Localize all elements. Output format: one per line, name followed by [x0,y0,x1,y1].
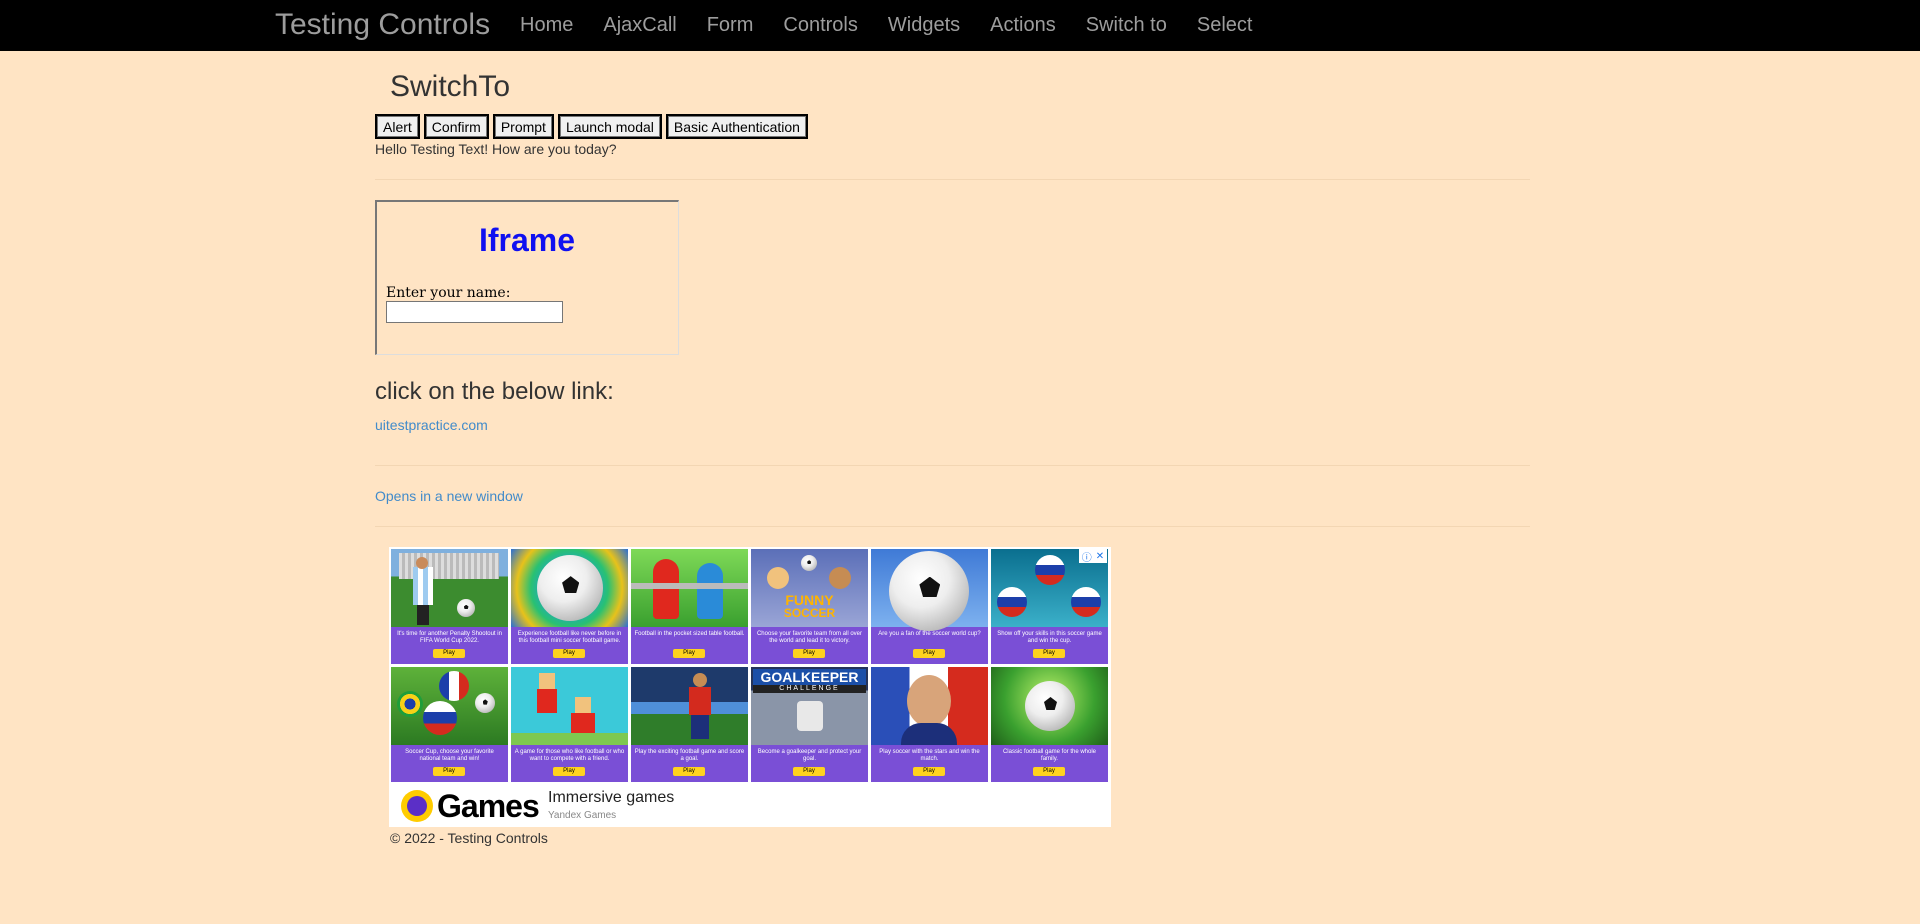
top-navbar: Testing Controls Home AjaxCall Form Cont… [0,0,1920,51]
nav-menu: Home AjaxCall Form Controls Widgets Acti… [505,0,1267,51]
ad-play-button[interactable]: Play [913,649,945,658]
penalty-player-image [391,549,508,627]
name-label: Enter your name: [386,285,511,301]
nav-item-ajaxcall[interactable]: AjaxCall [588,0,691,51]
close-icon[interactable]: ✕ [1096,551,1104,562]
basic-authentication-button[interactable]: Basic Authentication [665,114,808,139]
pixel-players-image [511,667,628,745]
iframe-frame[interactable]: Iframe Enter your name: [375,200,679,355]
ad-tile-caption: Play soccer with the stars and win the m… [879,749,980,762]
ad-play-button[interactable]: Play [553,649,585,658]
ad-tile-caption: Football in the pocket sized table footb… [634,631,745,637]
ad-tile-caption: Become a goalkeeper and protect your goa… [757,749,862,762]
soccer-ball-image [871,549,988,631]
star-player-image [871,667,988,745]
games-brand: Games [437,788,540,824]
footer-copyright: © 2022 - Testing Controls [390,830,548,846]
ad-tile[interactable]: Soccer Cup, choose your favorite nationa… [391,667,508,782]
ad-play-button[interactable]: Play [1033,767,1065,776]
prompt-button[interactable]: Prompt [492,114,554,139]
name-input[interactable] [386,301,563,323]
ad-tile-caption: Play the exciting football game and scor… [634,749,745,762]
ad-tile[interactable]: FUNNY SOCCER Choose your favorite team f… [751,549,868,664]
ad-tile-caption: Choose your favorite team from all over … [756,631,863,644]
funny-text: FUNNY [785,592,834,608]
challenge-text: CHALLENGE [753,685,866,693]
ad-footer[interactable]: Games Immersive games Yandex Games [389,784,1111,827]
ad-tile-caption: A game for those who like football or wh… [514,749,625,762]
switch-buttons: Alert Confirm Prompt Launch modal Basic … [375,114,808,139]
ad-play-button[interactable]: Play [793,767,825,776]
ad-play-button[interactable]: Play [673,767,705,776]
page-title: SwitchTo [390,70,511,103]
goalkeeper-text: GOALKEEPER [753,669,866,685]
alert-button[interactable]: Alert [375,114,420,139]
ad-choices[interactable]: ⓘ ✕ [1079,549,1107,564]
stadium-player-image [631,667,748,745]
launch-modal-button[interactable]: Launch modal [557,114,662,139]
nav-item-switch-to[interactable]: Switch to [1071,0,1182,51]
divider [375,526,1530,527]
ad-tile[interactable]: A game for those who like football or wh… [511,667,628,782]
ad-tile-grid: It's time for another Penalty Shootout i… [391,549,1109,782]
ad-tile[interactable]: It's time for another Penalty Shootout i… [391,549,508,664]
ad-tile-caption: Soccer Cup, choose your favorite nationa… [405,749,494,762]
ad-tile-caption: Are you a fan of the soccer world cup? [878,631,981,637]
ad-banner[interactable]: It's time for another Penalty Shootout i… [389,547,1111,827]
ad-tile-caption: It's time for another Penalty Shootout i… [397,631,502,644]
goalkeeper-image: GOALKEEPER CHALLENGE [751,667,868,745]
ad-play-button[interactable]: Play [553,767,585,776]
ad-advertiser: Yandex Games [548,810,617,821]
funny-soccer-image: FUNNY SOCCER [751,549,868,627]
new-window-link[interactable]: Opens in a new window [375,488,523,504]
ad-tile[interactable]: Play soccer with the stars and win the m… [871,667,988,782]
soccer-text: SOCCER [783,606,836,620]
ad-tile-caption: Show off your skills in this soccer game… [997,631,1102,644]
nav-item-controls[interactable]: Controls [768,0,872,51]
ad-tile[interactable]: Football in the pocket sized table footb… [631,549,748,664]
ad-headline[interactable]: Immersive games [548,789,674,807]
ad-play-button[interactable]: Play [1033,649,1065,658]
nav-item-actions[interactable]: Actions [975,0,1071,51]
ad-tile[interactable]: Play the exciting football game and scor… [631,667,748,782]
brand-link[interactable]: Testing Controls [275,8,490,42]
ad-play-button[interactable]: Play [793,649,825,658]
games-logo-icon [401,790,433,822]
nav-item-home[interactable]: Home [505,0,588,51]
soccer-ball-image [991,667,1108,745]
ad-tile-caption: Classic football game for the whole fami… [1002,749,1097,762]
ad-tile[interactable]: Are you a fan of the soccer world cup? P… [871,549,988,664]
nav-item-form[interactable]: Form [692,0,769,51]
ad-play-button[interactable]: Play [673,649,705,658]
soccer-ball-image [511,549,628,627]
ad-tile-caption: Experience football like never before in… [517,631,622,644]
ad-play-button[interactable]: Play [913,767,945,776]
ad-tile[interactable]: Classic football game for the whole fami… [991,667,1108,782]
confirm-button[interactable]: Confirm [423,114,489,139]
ad-tile[interactable]: GOALKEEPER CHALLENGE Become a goalkeeper… [751,667,868,782]
greeting-text: Hello Testing Text! How are you today? [375,141,617,157]
link-heading: click on the below link: [375,378,614,405]
table-football-image [631,549,748,627]
ad-play-button[interactable]: Play [433,767,465,776]
ad-play-button[interactable]: Play [433,649,465,658]
nav-item-select[interactable]: Select [1182,0,1268,51]
uitestpractice-link[interactable]: uitestpractice.com [375,417,488,433]
nav-item-widgets[interactable]: Widgets [873,0,975,51]
ad-tile[interactable]: Experience football like never before in… [511,549,628,664]
divider [375,179,1530,180]
iframe-title: Iframe [478,222,576,258]
divider [375,465,1530,466]
info-icon[interactable]: ⓘ [1082,549,1092,564]
ad-tile[interactable]: Show off your skills in this soccer game… [991,549,1108,664]
flag-balls-image [391,667,508,745]
